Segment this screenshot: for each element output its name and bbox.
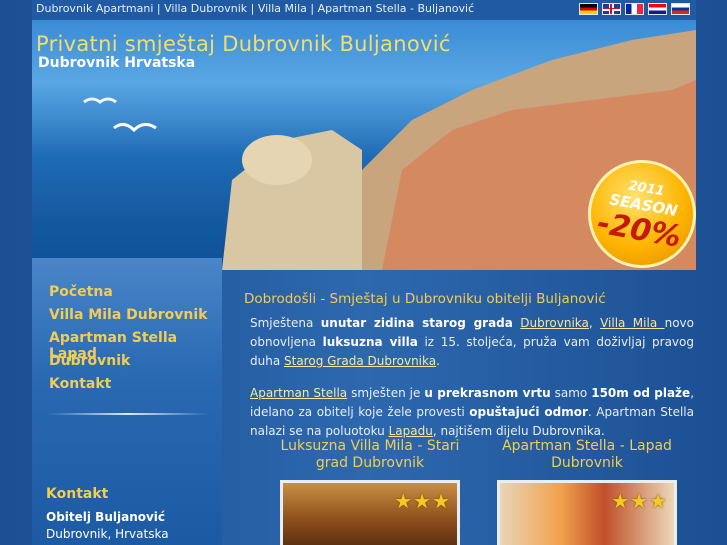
- link-villa-mila[interactable]: Villa Mila: [600, 316, 664, 330]
- link-stari-grad[interactable]: Starog Grada Dubrovnika: [284, 354, 436, 368]
- highlight: opuštajući odmor: [469, 405, 588, 419]
- text: Smještena: [250, 316, 321, 330]
- stella-paragraph: Apartman Stella smješten je u prekrasnom…: [244, 384, 696, 441]
- top-links-bar[interactable]: Dubrovnik Apartmani | Villa Dubrovnik | …: [32, 0, 696, 20]
- intro-paragraph: Smještena unutar zidina starog grada Dub…: [244, 314, 696, 371]
- german-flag-icon[interactable]: [579, 3, 598, 15]
- text: smješten je: [347, 386, 425, 400]
- text: , najtišem dijelu Dubrovnika.: [432, 424, 605, 438]
- language-flags: [579, 3, 690, 15]
- header-banner: Privatni smještaj Dubrovnik Buljanović D…: [32, 20, 696, 270]
- site-subtitle: Dubrovnik Hrvatska: [38, 55, 196, 71]
- apartman-stella-photo[interactable]: ★★★: [497, 480, 677, 545]
- main-nav: Početna Villa Mila Dubrovnik Apartman St…: [49, 284, 222, 399]
- seagull-icon: [83, 97, 117, 104]
- nav-item-dubrovnik[interactable]: Dubrovnik: [49, 353, 222, 376]
- nav-item-apartman-stella[interactable]: Apartman Stella Lapad: [49, 330, 222, 362]
- top-links[interactable]: Dubrovnik Apartmani | Villa Dubrovnik | …: [36, 2, 474, 15]
- sidebar: Početna Villa Mila Dubrovnik Apartman St…: [32, 258, 222, 545]
- star-rating-icon: ★★★: [394, 489, 451, 513]
- link-apartman-stella[interactable]: Apartman Stella: [250, 386, 347, 400]
- croatian-flag-icon[interactable]: [648, 3, 667, 15]
- site-title: Privatni smještaj Dubrovnik Buljanović: [36, 32, 451, 56]
- sidebar-divider: [48, 413, 208, 415]
- welcome-heading: Dobrodošli - Smještaj u Dubrovniku obite…: [244, 291, 606, 307]
- main-content: Dobrodošli - Smještaj u Dubrovniku obite…: [244, 270, 696, 545]
- french-flag-icon[interactable]: [625, 3, 644, 15]
- highlight: 150m od plaže: [591, 386, 691, 400]
- highlight: u prekrasnom vrtu: [424, 386, 551, 400]
- link-dubrovnika[interactable]: Dubrovnika: [520, 316, 589, 330]
- seagull-icon: [113, 123, 157, 133]
- contact-city: Dubrovnik, Hrvatska: [46, 527, 169, 541]
- text: .: [436, 354, 440, 368]
- russian-flag-icon[interactable]: [671, 3, 690, 15]
- link-lapad[interactable]: Lapadu: [389, 424, 433, 438]
- nav-item-pocetna[interactable]: Početna: [49, 284, 222, 307]
- card-title[interactable]: Apartman Stella - Lapad Dubrovnik: [487, 438, 687, 472]
- text: samo: [550, 386, 592, 400]
- page: Dubrovnik Apartmani | Villa Dubrovnik | …: [32, 0, 696, 545]
- contact-heading: Kontakt: [46, 486, 109, 502]
- villa-mila-photo[interactable]: ★★★: [280, 480, 460, 545]
- contact-name: Obitelj Buljanović: [46, 510, 166, 524]
- star-rating-icon: ★★★: [611, 489, 668, 513]
- apartman-stella-card[interactable]: Apartman Stella - Lapad Dubrovnik ★★★: [487, 438, 687, 545]
- card-title[interactable]: Luksuzna Villa Mila - Stari grad Dubrovn…: [270, 438, 470, 472]
- text: ,: [588, 316, 601, 330]
- highlight: unutar zidina starog grada: [320, 316, 513, 330]
- nav-item-kontakt[interactable]: Kontakt: [49, 376, 222, 399]
- nav-item-villa-mila[interactable]: Villa Mila Dubrovnik: [49, 307, 222, 330]
- highlight: luksuzna villa: [322, 335, 418, 349]
- villa-mila-card[interactable]: Luksuzna Villa Mila - Stari grad Dubrovn…: [270, 438, 470, 545]
- english-flag-icon[interactable]: [602, 3, 621, 15]
